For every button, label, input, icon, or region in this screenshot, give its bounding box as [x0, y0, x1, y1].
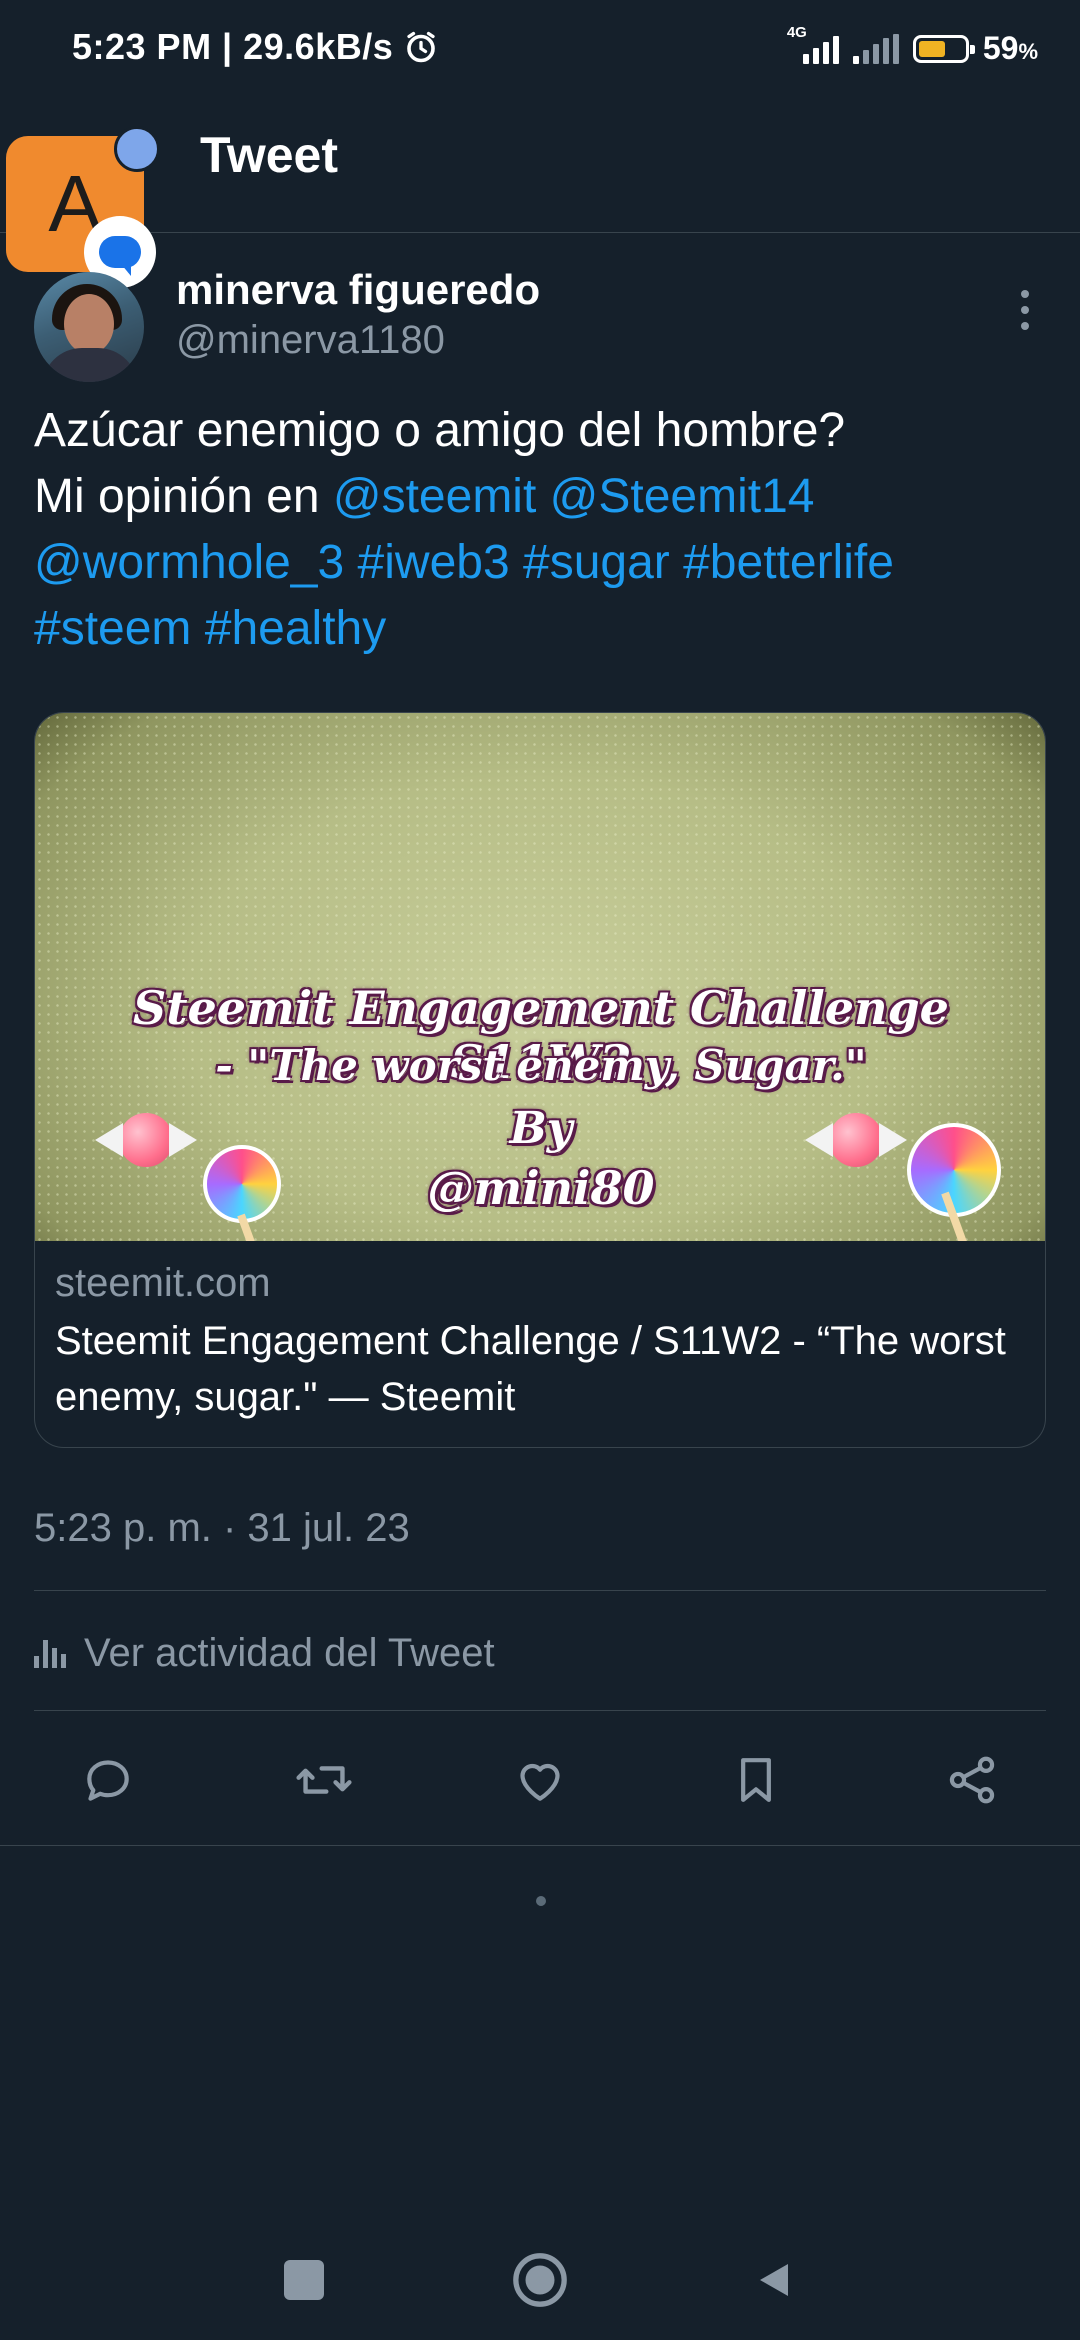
hashtag-iweb3[interactable]: #iweb3: [358, 536, 510, 589]
square-icon: [284, 2260, 324, 2300]
tweet-actions: [0, 1720, 1080, 1840]
tweet-text-line4: #steem #healthy: [34, 596, 1044, 662]
more-options-icon[interactable]: [1010, 290, 1040, 330]
status-bar: 5:23 PM | 29.6kB/s 4G 59%: [0, 0, 1080, 96]
back-triangle-icon: [760, 2264, 788, 2296]
page-title: Tweet: [200, 127, 338, 183]
mention-steemit14[interactable]: @Steemit14: [550, 470, 815, 523]
card-domain: steemit.com: [55, 1261, 271, 1305]
share-icon[interactable]: [940, 1748, 1004, 1812]
retweet-icon[interactable]: [292, 1748, 356, 1812]
author-name[interactable]: minerva figueredo: [176, 266, 540, 314]
mention-steemit[interactable]: @steemit: [333, 470, 536, 523]
tweet-timestamp: 5:23 p. m. · 31 jul. 23: [34, 1506, 410, 1550]
divider: [34, 1590, 1046, 1591]
link-preview-card[interactable]: Steemit Engagement Challenge S11W2 - "Th…: [34, 712, 1046, 1448]
hashtag-betterlife[interactable]: #betterlife: [683, 536, 894, 589]
network-tag: 4G: [786, 23, 807, 41]
activity-label: Ver actividad del Tweet: [84, 1630, 495, 1675]
candy-icon: [829, 1113, 883, 1167]
home-button[interactable]: [508, 2248, 572, 2312]
alarm-icon: [407, 31, 436, 63]
avatar[interactable]: [34, 272, 144, 382]
reply-icon[interactable]: [76, 1748, 140, 1812]
loading-indicator: [536, 1896, 546, 1906]
tweet-text: Azúcar enemigo o amigo del hombre? Mi op…: [34, 398, 1044, 662]
signal-4g-icon: 4G: [787, 24, 839, 64]
card-image-line4: @mini80: [427, 1161, 655, 1215]
card-title: Steemit Engagement Challenge / S11W2 - “…: [55, 1319, 1006, 1419]
bookmark-icon[interactable]: [724, 1748, 788, 1812]
battery-percent: 59%: [982, 30, 1038, 66]
battery-icon: [912, 34, 975, 63]
card-image[interactable]: Steemit Engagement Challenge S11W2 - "Th…: [35, 713, 1045, 1241]
hashtag-healthy[interactable]: #healthy: [205, 602, 386, 655]
circle-icon: [513, 2253, 567, 2307]
battery-level: [918, 40, 945, 57]
status-icons: 4G 59%: [787, 24, 1038, 67]
tweet-text-line1: Azúcar enemigo o amigo del hombre?: [34, 404, 846, 457]
mention-wormhole[interactable]: @wormhole_3: [34, 536, 344, 589]
view-activity-link[interactable]: Ver actividad del Tweet: [34, 1628, 495, 1678]
notification-dot: [114, 126, 160, 172]
system-nav-bar: [0, 2220, 1080, 2340]
tweet-text-prefix: Mi opinión en: [34, 470, 333, 523]
hashtag-sugar[interactable]: #sugar: [523, 536, 670, 589]
signal-sim2-icon: [852, 33, 899, 64]
card-image-line2: - "The worst enemy, Sugar.": [215, 1041, 867, 1090]
tweet-text-line2: Mi opinión en @steemit @Steemit14: [34, 464, 1044, 530]
candy-icon: [119, 1113, 173, 1167]
hashtag-steem[interactable]: #steem: [34, 602, 191, 655]
analytics-icon: [34, 1638, 66, 1668]
back-button[interactable]: [742, 2248, 806, 2312]
status-time-text: 5:23 PM | 29.6kB/s: [72, 26, 394, 67]
lollipop-icon: [203, 1145, 281, 1223]
tweet-header: [0, 96, 1080, 233]
recents-button[interactable]: [272, 2248, 336, 2312]
like-icon[interactable]: [508, 1748, 572, 1812]
status-time-speed: 5:23 PM | 29.6kB/s: [72, 26, 439, 68]
lollipop-icon: [907, 1123, 1001, 1217]
tweet-text-line3: @wormhole_3 #iweb3 #sugar #betterlife: [34, 530, 1044, 596]
divider: [34, 1710, 1046, 1711]
author-handle[interactable]: @minerva1180: [176, 318, 445, 363]
divider: [0, 1845, 1080, 1846]
